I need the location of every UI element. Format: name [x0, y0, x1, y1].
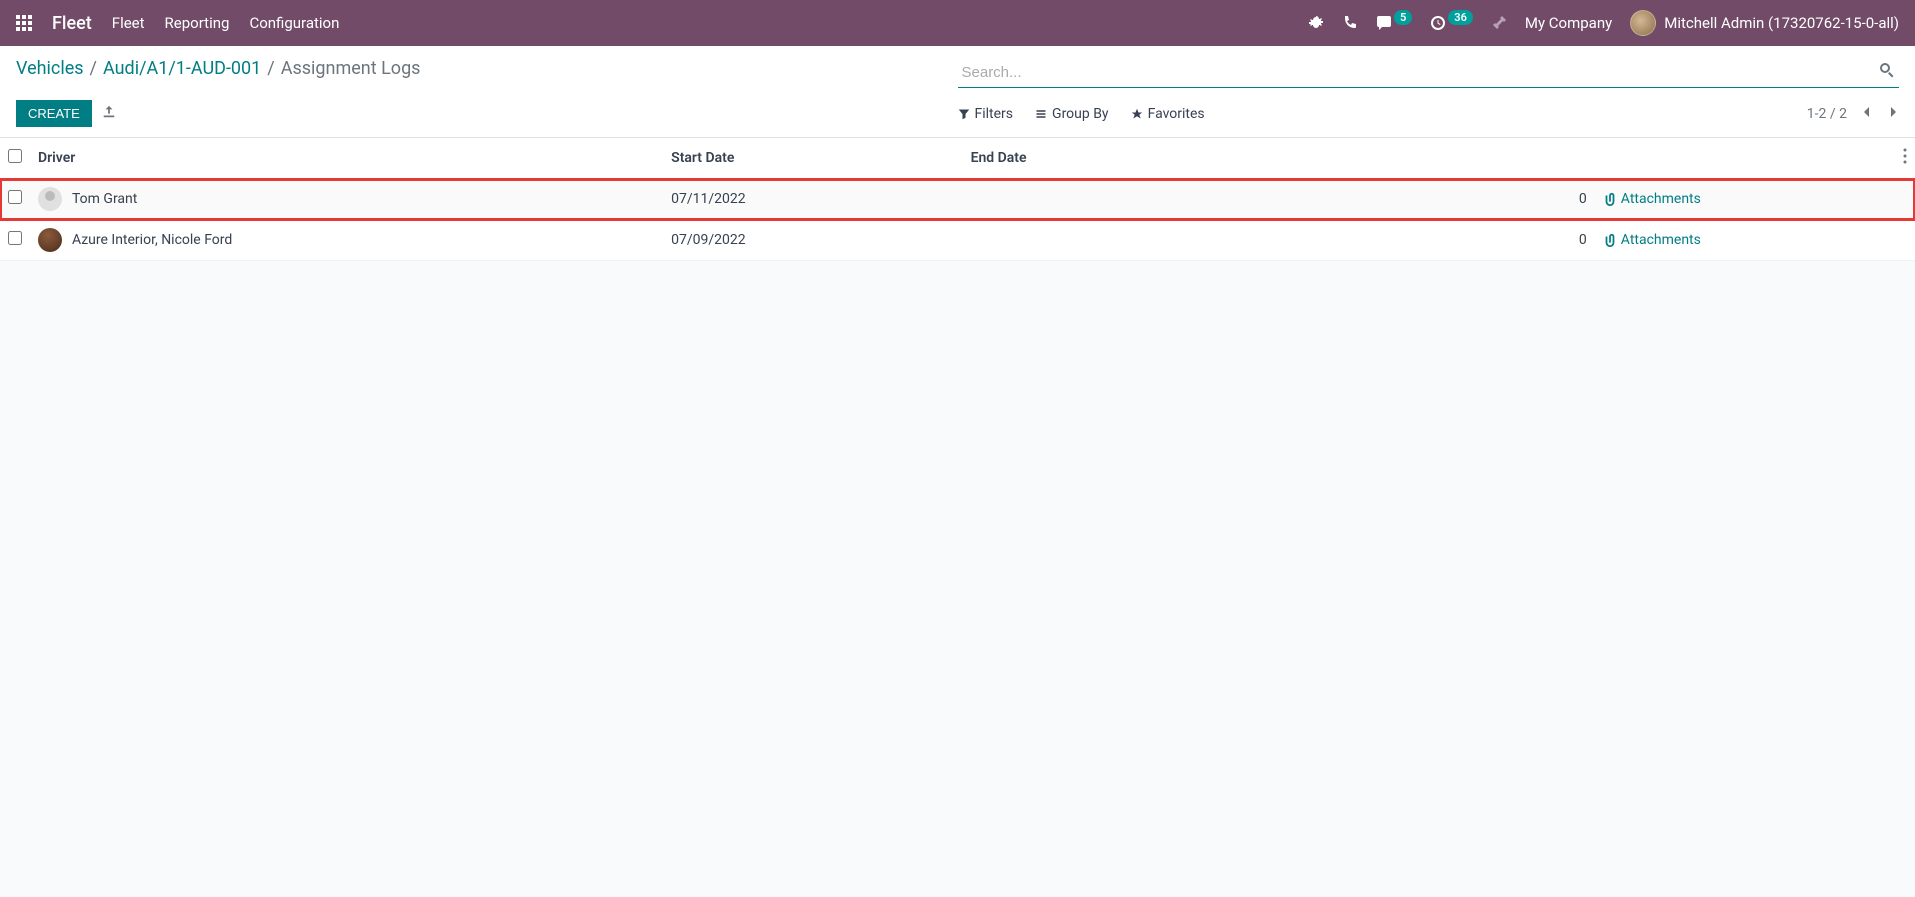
navbar-left: Fleet Fleet Reporting Configuration [16, 13, 339, 34]
search-icon[interactable] [1879, 62, 1895, 82]
breadcrumb-sep: / [267, 58, 274, 79]
table-row[interactable]: Tom Grant 07/11/2022 0 Attachments [0, 179, 1915, 220]
attachments-link[interactable]: Attachments [1603, 191, 1887, 207]
row-more [1895, 179, 1915, 220]
user-name: Mitchell Admin (17320762-15-0-all) [1664, 14, 1899, 32]
activity-badge: 36 [1448, 10, 1473, 25]
phone-icon[interactable] [1342, 15, 1358, 31]
list-view: Driver Start Date End Date Tom Grant 07/… [0, 138, 1915, 261]
search-input[interactable] [958, 58, 1900, 88]
filters-button[interactable]: Filters [958, 106, 1014, 122]
attachments-label: Attachments [1621, 191, 1701, 207]
header-count [1260, 138, 1594, 179]
end-date-cell[interactable] [963, 179, 1261, 220]
filters-label: Filters [975, 106, 1014, 122]
attachments-cell: Attachments [1595, 220, 1895, 261]
messaging-badge: 5 [1394, 10, 1412, 25]
row-checkbox[interactable] [8, 231, 22, 245]
driver-cell[interactable]: Azure Interior, Nicole Ford [30, 220, 663, 261]
navbar-right: 5 36 My Company Mitchell Admin (17320762… [1308, 10, 1899, 36]
breadcrumb-sep: / [90, 58, 97, 79]
start-date-cell[interactable]: 07/11/2022 [663, 179, 962, 220]
start-date-cell[interactable]: 07/09/2022 [663, 220, 962, 261]
company-name[interactable]: My Company [1525, 14, 1612, 32]
breadcrumb-current: Assignment Logs [281, 58, 421, 79]
driver-name: Azure Interior, Nicole Ford [72, 232, 232, 248]
attachments-label: Attachments [1621, 232, 1701, 248]
navbar: Fleet Fleet Reporting Configuration 5 36… [0, 0, 1915, 46]
bug-icon[interactable] [1308, 15, 1324, 31]
table-header-row: Driver Start Date End Date [0, 138, 1915, 179]
nav-reporting[interactable]: Reporting [165, 14, 230, 32]
breadcrumb-vehicle[interactable]: Audi/A1/1-AUD-001 [103, 58, 261, 79]
groupby-button[interactable]: Group By [1035, 106, 1109, 122]
driver-avatar [38, 187, 62, 211]
breadcrumb-vehicles[interactable]: Vehicles [16, 58, 84, 79]
control-panel-top: Vehicles / Audi/A1/1-AUD-001 / Assignmen… [16, 58, 1899, 88]
header-more[interactable] [1895, 138, 1915, 179]
header-driver[interactable]: Driver [30, 138, 663, 179]
search-wrap [958, 58, 1900, 88]
favorites-button[interactable]: Favorites [1131, 106, 1205, 122]
user-menu[interactable]: Mitchell Admin (17320762-15-0-all) [1630, 10, 1899, 36]
messaging-icon[interactable]: 5 [1376, 15, 1412, 31]
pager-prev[interactable] [1861, 106, 1873, 122]
control-panel: Vehicles / Audi/A1/1-AUD-001 / Assignmen… [0, 46, 1915, 138]
favorites-label: Favorites [1148, 106, 1205, 122]
pager: 1-2 / 2 [1807, 106, 1899, 122]
driver-cell[interactable]: Tom Grant [30, 179, 663, 220]
header-end-date[interactable]: End Date [963, 138, 1261, 179]
export-button[interactable] [102, 105, 116, 123]
pager-range: 1-2 / 2 [1807, 106, 1847, 122]
end-date-cell[interactable] [963, 220, 1261, 261]
driver-avatar [38, 228, 62, 252]
row-checkbox[interactable] [8, 190, 22, 204]
user-avatar [1630, 10, 1656, 36]
nav-fleet[interactable]: Fleet [112, 14, 145, 32]
assignment-table: Driver Start Date End Date Tom Grant 07/… [0, 138, 1915, 261]
groupby-label: Group By [1052, 106, 1109, 122]
table-row[interactable]: Azure Interior, Nicole Ford 07/09/2022 0… [0, 220, 1915, 261]
row-more [1895, 220, 1915, 261]
create-button[interactable]: CREATE [16, 100, 92, 127]
apps-icon[interactable] [16, 15, 32, 31]
header-attachments [1595, 138, 1895, 179]
count-cell: 0 [1260, 179, 1594, 220]
breadcrumb: Vehicles / Audi/A1/1-AUD-001 / Assignmen… [16, 58, 420, 79]
app-brand[interactable]: Fleet [52, 13, 92, 34]
driver-name: Tom Grant [72, 191, 137, 207]
pager-next[interactable] [1887, 106, 1899, 122]
tools-icon[interactable] [1491, 15, 1507, 31]
control-panel-bottom: CREATE Filters Group By Favorites 1-2 / … [16, 100, 1899, 137]
search-options: Filters Group By Favorites 1-2 / 2 [958, 106, 1900, 122]
activity-icon[interactable]: 36 [1430, 15, 1473, 31]
attachments-cell: Attachments [1595, 179, 1895, 220]
header-start-date[interactable]: Start Date [663, 138, 962, 179]
count-cell: 0 [1260, 220, 1594, 261]
select-all-checkbox[interactable] [8, 149, 22, 163]
row-checkbox-cell [0, 179, 30, 220]
attachments-link[interactable]: Attachments [1603, 232, 1887, 248]
header-checkbox [0, 138, 30, 179]
row-checkbox-cell [0, 220, 30, 261]
nav-configuration[interactable]: Configuration [249, 14, 339, 32]
